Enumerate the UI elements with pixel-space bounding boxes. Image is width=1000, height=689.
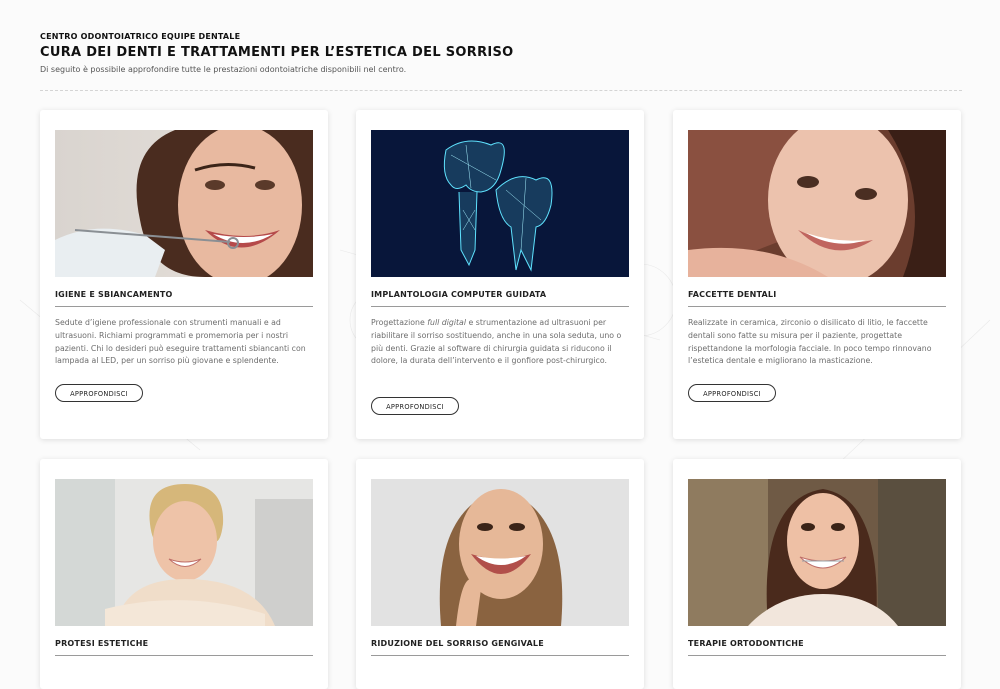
approfondisci-button[interactable]: APPROFONDISCI bbox=[371, 397, 459, 415]
service-title: IMPLANTOLOGIA COMPUTER GUIDATA bbox=[371, 290, 629, 307]
service-image-protesi[interactable] bbox=[55, 479, 313, 626]
service-image-ortodonzia[interactable] bbox=[688, 479, 946, 626]
page-title: CURA DEI DENTI E TRATTAMENTI PER L’ESTET… bbox=[40, 45, 514, 60]
service-title: RIDUZIONE DEL SORRISO GENGIVALE bbox=[371, 639, 629, 656]
service-card-sorriso-gengivale: RIDUZIONE DEL SORRISO GENGIVALE bbox=[356, 459, 644, 689]
header-divider bbox=[40, 90, 962, 91]
service-image-implantologia[interactable] bbox=[371, 130, 629, 277]
service-description: Realizzate in ceramica, zirconio o disil… bbox=[688, 318, 932, 366]
page-header: CENTRO ODONTOIATRICO EQUIPE DENTALE CURA… bbox=[40, 32, 962, 74]
service-card-implantologia: IMPLANTOLOGIA COMPUTER GUIDATA Progettaz… bbox=[356, 110, 644, 439]
service-card-faccette: FACCETTE DENTALI Realizzate in ceramica,… bbox=[673, 110, 961, 439]
approfondisci-button[interactable]: APPROFONDISCI bbox=[55, 384, 143, 402]
service-image-sorriso-gengivale[interactable] bbox=[371, 479, 629, 626]
service-image-igiene[interactable] bbox=[55, 130, 313, 277]
service-card-igiene: IGIENE E SBIANCAMENTO Sedute d’igiene pr… bbox=[40, 110, 328, 439]
service-title: PROTESI ESTETICHE bbox=[55, 639, 313, 656]
service-title: TERAPIE ORTODONTICHE bbox=[688, 639, 946, 656]
service-card-protesi: PROTESI ESTETICHE bbox=[40, 459, 328, 689]
service-card-ortodonzia: TERAPIE ORTODONTICHE bbox=[673, 459, 961, 689]
service-title: FACCETTE DENTALI bbox=[688, 290, 946, 307]
approfondisci-button[interactable]: APPROFONDISCI bbox=[688, 384, 776, 402]
section-eyebrow: CENTRO ODONTOIATRICO EQUIPE DENTALE bbox=[40, 32, 241, 41]
service-description: Progettazione full digital e strumentazi… bbox=[371, 318, 622, 366]
page-subtitle: Di seguito è possibile approfondire tutt… bbox=[40, 65, 407, 74]
service-title: IGIENE E SBIANCAMENTO bbox=[55, 290, 313, 307]
service-description: Sedute d’igiene professionale con strume… bbox=[55, 318, 306, 366]
service-image-faccette[interactable] bbox=[688, 130, 946, 277]
